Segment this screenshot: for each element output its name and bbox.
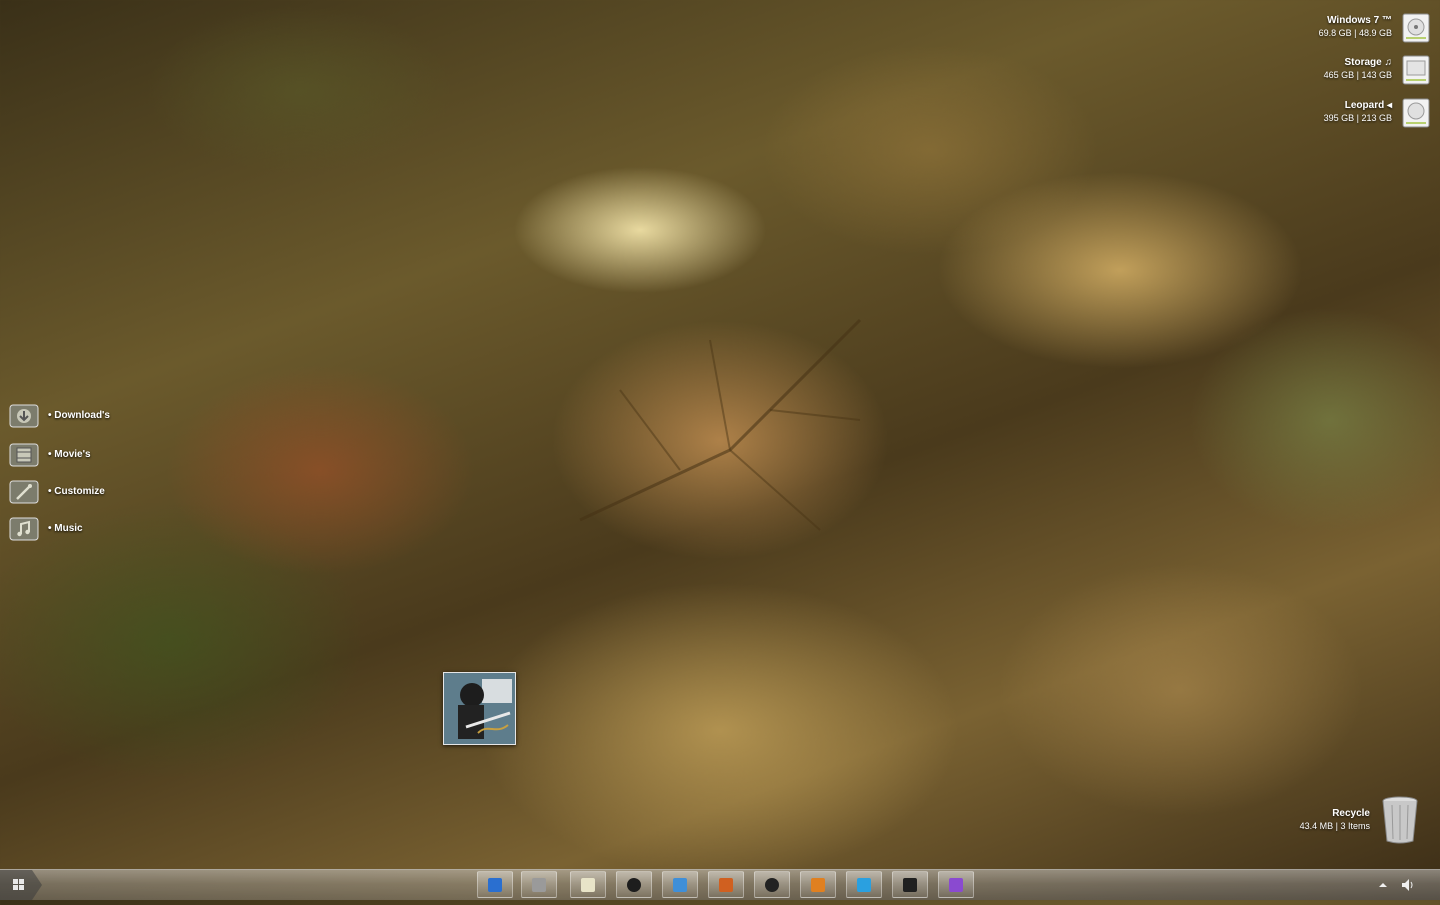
drive-name: Leopard ◂ <box>1344 100 1392 111</box>
taskbar-app-calendar[interactable] <box>892 871 928 898</box>
sidebar-item-label: • Customize <box>48 486 105 497</box>
show-hidden-icon[interactable] <box>1378 880 1388 890</box>
taskbar-app-picture[interactable] <box>662 871 698 898</box>
taskbar-app-notepad[interactable] <box>570 871 606 898</box>
system-tray <box>1370 870 1430 900</box>
taskbar-app-messenger[interactable] <box>846 871 882 898</box>
drive-name: Windows 7 ™ <box>1327 15 1392 26</box>
taskbar-app-camera[interactable] <box>754 871 790 898</box>
bin-icon <box>532 878 546 892</box>
film-icon <box>9 443 39 467</box>
drive-widget-storage[interactable]: Storage ♫ 465 GB | 143 GB <box>1170 55 1430 89</box>
taskbar-app-media-player[interactable] <box>616 871 652 898</box>
messenger-icon <box>857 878 871 892</box>
wallpaper-leaf <box>579 318 862 531</box>
speaker-icon[interactable] <box>1400 877 1416 893</box>
sidebar-item-music[interactable]: • Music <box>9 516 149 542</box>
download-icon <box>9 404 39 428</box>
trash-icon <box>1382 796 1418 844</box>
hard-drive-icon <box>1402 98 1430 128</box>
drive-usage: 69.8 GB | 48.9 GB <box>1318 28 1392 38</box>
taskbar-app-fire[interactable] <box>800 871 836 898</box>
fire-icon <box>811 878 825 892</box>
sidebar-item-downloads[interactable]: • Download's <box>9 403 149 429</box>
drive-usage: 465 GB | 143 GB <box>1323 70 1392 80</box>
taskbar-app-chat[interactable] <box>938 871 974 898</box>
picture-icon <box>673 878 687 892</box>
drive-widget-leopard[interactable]: Leopard ◂ 395 GB | 213 GB <box>1170 98 1430 132</box>
recycle-bin-widget[interactable]: Recycle 43.4 MB | 3 Items <box>1290 795 1420 847</box>
customize-icon <box>9 480 39 504</box>
drive-name: Storage ♫ <box>1344 57 1392 68</box>
music-note-icon <box>9 517 39 541</box>
chat-icon <box>949 878 963 892</box>
taskbar-app-edit[interactable] <box>477 871 513 898</box>
edit-icon <box>488 878 502 892</box>
drive-usage: 395 GB | 213 GB <box>1323 113 1392 123</box>
media-player-icon <box>627 878 641 892</box>
sidebar-item-label: • Download's <box>48 410 110 421</box>
taskbar <box>0 869 1440 900</box>
album-cover-image <box>444 673 515 744</box>
sidebar-item-label: • Movie's <box>48 449 91 460</box>
windows-logo-icon <box>0 870 42 900</box>
drive-widget-windows[interactable]: Windows 7 ™ 69.8 GB | 48.9 GB <box>1170 13 1430 47</box>
sidebar-item-customize[interactable]: • Customize <box>9 479 149 505</box>
hard-drive-icon <box>1402 55 1430 85</box>
sidebar-item-label: • Music <box>48 523 83 534</box>
camera-icon <box>765 878 779 892</box>
taskbar-app-bin[interactable] <box>521 871 557 898</box>
start-button[interactable] <box>0 870 44 900</box>
sidebar-item-movies[interactable]: • Movie's <box>9 442 149 468</box>
taskbar-app-book[interactable] <box>708 871 744 898</box>
book-icon <box>719 878 733 892</box>
recycle-name: Recycle <box>1332 808 1370 819</box>
hard-drive-icon <box>1402 13 1430 43</box>
album-art-widget[interactable] <box>443 672 516 745</box>
notepad-icon <box>581 878 595 892</box>
calendar-icon <box>903 878 917 892</box>
recycle-usage: 43.4 MB | 3 Items <box>1299 821 1370 831</box>
